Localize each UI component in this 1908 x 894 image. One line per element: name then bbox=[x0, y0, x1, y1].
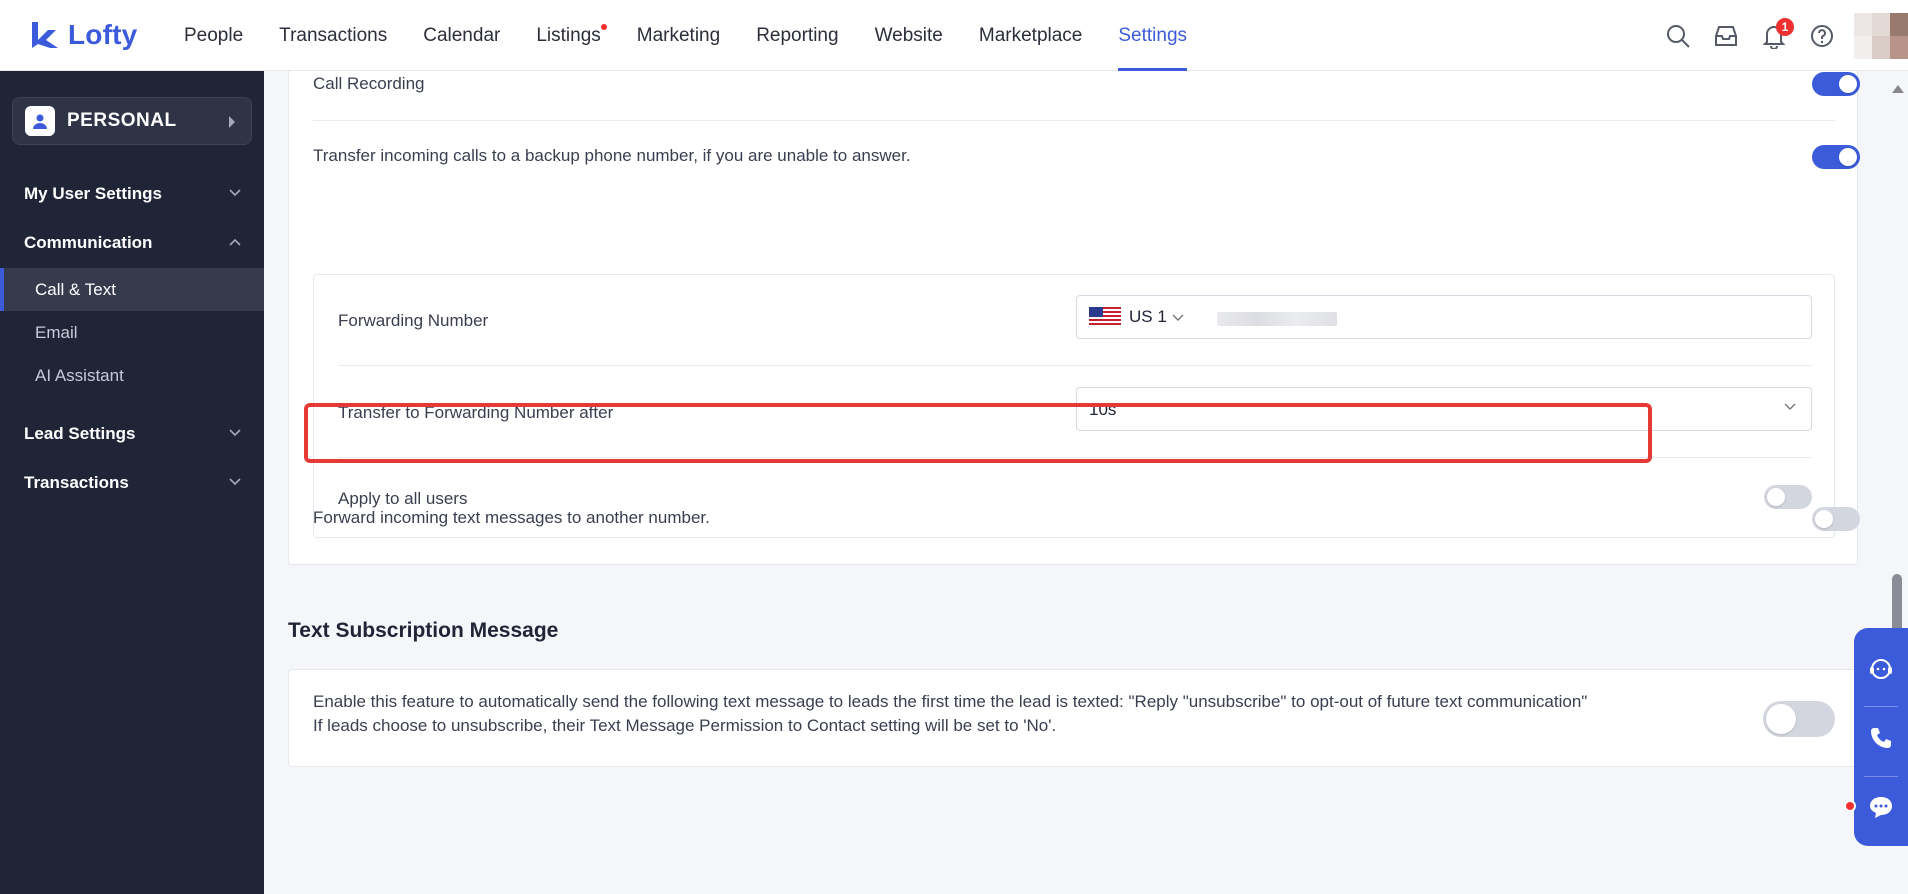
sidebar-group-label: Transactions bbox=[24, 473, 129, 492]
call-settings-card: Call Recording Transfer incoming calls t… bbox=[288, 71, 1860, 565]
nav-marketing-label: Marketing bbox=[636, 25, 721, 46]
sidebar-item-ai-assistant[interactable]: AI Assistant bbox=[0, 354, 264, 397]
sidebar-item-label: Email bbox=[35, 322, 78, 342]
inbox-icon[interactable] bbox=[1702, 12, 1750, 60]
chevron-down-icon bbox=[1784, 403, 1796, 410]
nav-calendar[interactable]: Calendar bbox=[405, 0, 518, 71]
forward-texts-label: Forward incoming text messages to anothe… bbox=[313, 508, 710, 527]
nav-calendar-label: Calendar bbox=[423, 25, 501, 46]
sidebar-item-email[interactable]: Email bbox=[0, 311, 264, 354]
sidebar-group-label: My User Settings bbox=[24, 184, 162, 203]
widget-divider bbox=[1864, 776, 1898, 777]
nav-settings[interactable]: Settings bbox=[1100, 0, 1205, 71]
widget-divider bbox=[1864, 706, 1898, 707]
chevron-down-icon bbox=[229, 429, 241, 437]
apply-all-users-label: Apply to all users bbox=[338, 489, 468, 508]
top-right-icons: 1 bbox=[1654, 0, 1908, 71]
text-subscription-title: Text Subscription Message bbox=[288, 619, 559, 642]
chevron-right-icon bbox=[229, 116, 235, 128]
search-icon[interactable] bbox=[1654, 12, 1702, 60]
country-code[interactable]: US 1 bbox=[1129, 307, 1184, 327]
sidebar-group-label: Lead Settings bbox=[24, 424, 136, 443]
nav-transactions[interactable]: Transactions bbox=[261, 0, 405, 71]
nav-marketplace-label: Marketplace bbox=[978, 25, 1083, 46]
dial-code: 1 bbox=[1157, 307, 1167, 326]
lofty-logo[interactable]: Lofty bbox=[28, 18, 137, 52]
persona-switcher[interactable]: PERSONAL bbox=[12, 97, 252, 145]
floating-contact-widget bbox=[1844, 628, 1908, 846]
transfer-calls-toggle[interactable] bbox=[1812, 145, 1860, 169]
message-icon[interactable] bbox=[1866, 792, 1896, 822]
us-flag-icon bbox=[1089, 307, 1121, 327]
sidebar-item-call-text[interactable]: Call & Text bbox=[0, 268, 264, 311]
sidebar-group-lead-settings[interactable]: Lead Settings bbox=[0, 414, 264, 454]
apply-all-users-toggle[interactable] bbox=[1764, 485, 1812, 509]
nav-people-label: People bbox=[184, 25, 244, 46]
scroll-up-arrow[interactable] bbox=[1892, 85, 1904, 93]
forward-texts-toggle[interactable] bbox=[1812, 507, 1860, 531]
nav-transactions-label: Transactions bbox=[279, 25, 388, 46]
highlight-box bbox=[304, 403, 1652, 463]
new-indicator-dot bbox=[600, 24, 607, 30]
country-label: US bbox=[1129, 307, 1153, 326]
nav-reporting[interactable]: Reporting bbox=[738, 0, 856, 71]
sidebar-item-label: Call & Text bbox=[35, 279, 116, 299]
nav-marketing[interactable]: Marketing bbox=[619, 0, 738, 71]
sidebar-item-label: AI Assistant bbox=[35, 365, 124, 385]
sidebar-group-my-user-settings[interactable]: My User Settings bbox=[0, 174, 264, 214]
divider bbox=[313, 120, 1835, 121]
avatar[interactable] bbox=[1854, 12, 1908, 59]
support-chat-icon[interactable] bbox=[1866, 654, 1896, 684]
transfer-calls-label: Transfer incoming calls to a backup phon… bbox=[313, 146, 911, 165]
logo-text: Lofty bbox=[68, 19, 138, 50]
bell-icon[interactable]: 1 bbox=[1750, 12, 1798, 60]
top-nav-bar: Lofty People Transactions Calendar Listi… bbox=[0, 0, 1908, 71]
lofty-logo-icon bbox=[32, 22, 58, 48]
main-content: Call Recording Transfer incoming calls t… bbox=[264, 71, 1908, 894]
unread-indicator-dot bbox=[1844, 800, 1856, 812]
phone-number-value-redacted bbox=[1217, 312, 1337, 326]
sidebar-group-label: Communication bbox=[24, 233, 153, 252]
sidebar-group-communication[interactable]: Communication bbox=[0, 223, 264, 263]
nav-reporting-label: Reporting bbox=[756, 25, 839, 46]
text-subscription-toggle[interactable] bbox=[1763, 701, 1835, 737]
chevron-up-icon bbox=[229, 238, 241, 246]
nav-marketplace[interactable]: Marketplace bbox=[961, 0, 1101, 71]
call-recording-toggle[interactable] bbox=[1812, 72, 1860, 96]
nav-people[interactable]: People bbox=[166, 0, 261, 71]
sidebar-group-transactions[interactable]: Transactions bbox=[0, 463, 264, 503]
nav-website[interactable]: Website bbox=[857, 0, 961, 71]
scroll-thumb[interactable] bbox=[1892, 574, 1902, 634]
nav-website-label: Website bbox=[874, 25, 943, 46]
nav-settings-label: Settings bbox=[1118, 25, 1188, 46]
chevron-down-icon bbox=[1172, 314, 1184, 321]
help-icon[interactable] bbox=[1798, 12, 1846, 60]
user-icon bbox=[25, 106, 55, 136]
notification-count-badge: 1 bbox=[1776, 17, 1794, 36]
phone-icon[interactable] bbox=[1866, 723, 1896, 753]
call-recording-label: Call Recording bbox=[313, 74, 425, 93]
text-subscription-card: Enable this feature to automatically sen… bbox=[288, 669, 1858, 767]
chevron-down-icon bbox=[229, 189, 241, 197]
nav-listings[interactable]: Listings bbox=[518, 0, 618, 71]
text-subscription-description-1: Enable this feature to automatically sen… bbox=[313, 692, 1588, 711]
settings-sidebar: PERSONAL My User Settings Communication … bbox=[0, 71, 264, 894]
divider bbox=[338, 365, 1812, 366]
forwarding-number-field[interactable]: US 1 bbox=[1076, 295, 1812, 339]
text-subscription-description-2: If leads choose to unsubscribe, their Te… bbox=[313, 716, 1057, 735]
main-nav: People Transactions Calendar Listings Ma… bbox=[166, 0, 1205, 71]
forwarding-number-label: Forwarding Number bbox=[338, 311, 489, 330]
nav-listings-label: Listings bbox=[536, 25, 601, 46]
chevron-down-icon bbox=[229, 478, 241, 486]
persona-label: PERSONAL bbox=[67, 110, 177, 131]
